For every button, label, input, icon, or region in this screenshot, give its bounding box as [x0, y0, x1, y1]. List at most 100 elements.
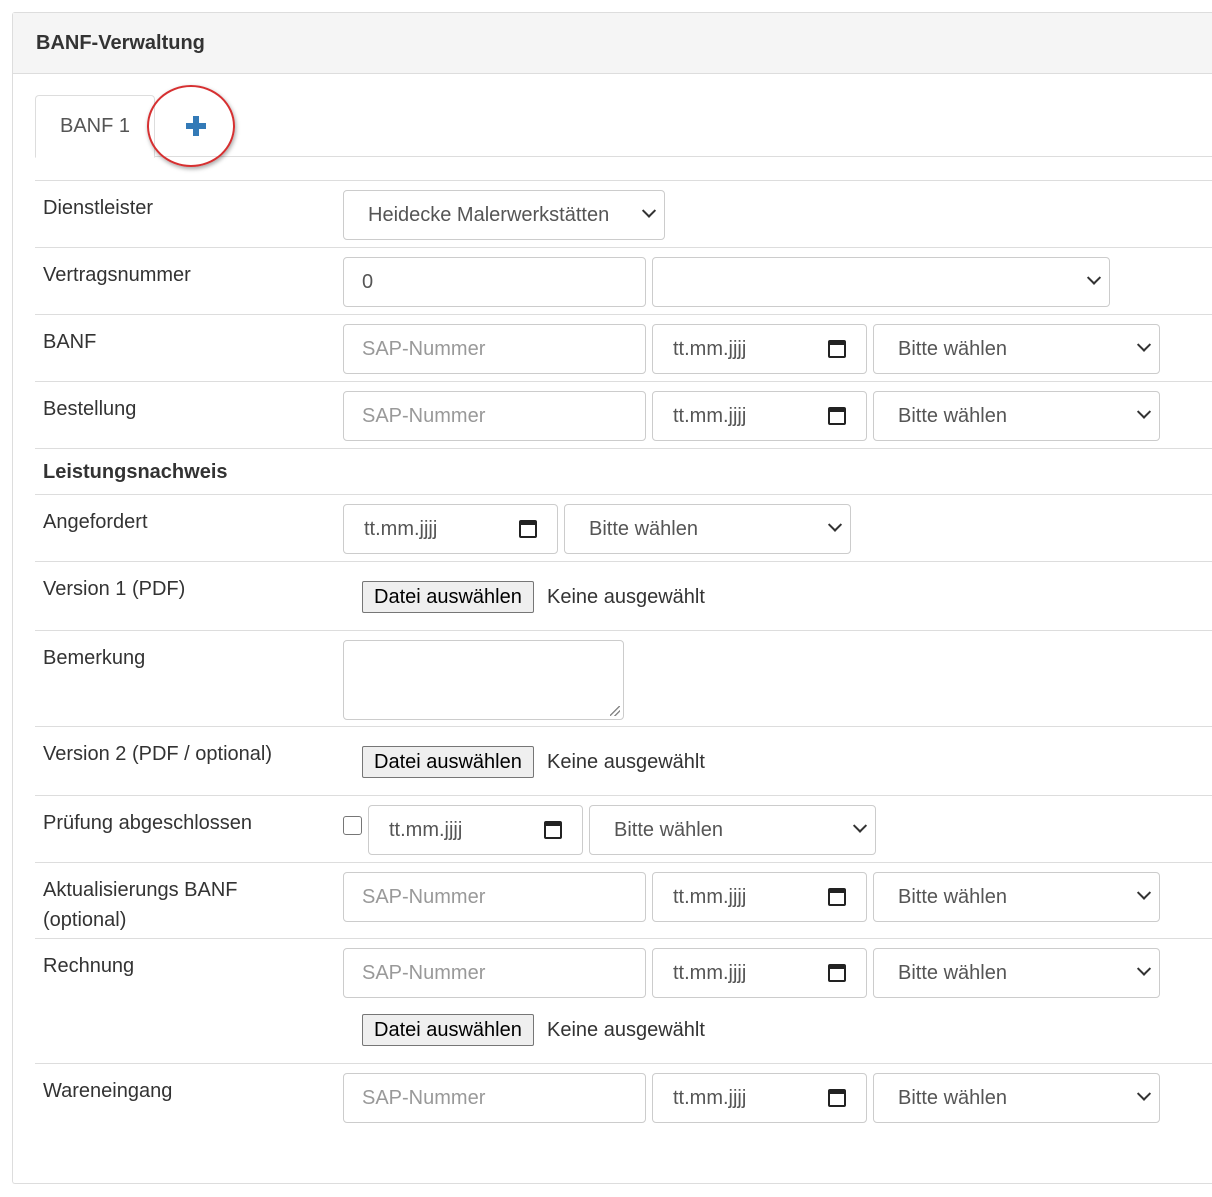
wareneingang-sap-input[interactable]: SAP-Nummer	[343, 1073, 646, 1123]
calendar-icon[interactable]	[828, 888, 846, 906]
date-placeholder: tt.mm.jjjj	[364, 517, 438, 540]
version2-file-button[interactable]: Datei auswählen	[362, 746, 534, 778]
row-version2: Version 2 (PDF / optional) Datei auswähl…	[35, 726, 1212, 795]
angefordert-date-input[interactable]: tt.mm.jjjj	[343, 504, 558, 554]
label-angefordert: Angefordert	[43, 511, 148, 533]
wareneingang-date-input[interactable]: tt.mm.jjjj	[652, 1073, 867, 1123]
calendar-icon[interactable]	[544, 821, 562, 839]
tab-banf-1[interactable]: BANF 1	[35, 95, 155, 158]
select-placeholder: Bitte wählen	[589, 517, 698, 540]
chevron-down-icon	[1136, 885, 1152, 900]
date-placeholder: tt.mm.jjjj	[673, 404, 747, 427]
rechnung-status-select[interactable]: Bitte wählen	[873, 948, 1160, 998]
bestellung-date-input[interactable]: tt.mm.jjjj	[652, 391, 867, 441]
version1-file-status: Keine ausgewählt	[547, 586, 705, 608]
label-rechnung: Rechnung	[43, 955, 135, 977]
row-aktualisierung: Aktualisierungs BANF (optional) SAP-Numm…	[35, 862, 1212, 938]
select-placeholder: Bitte wählen	[898, 337, 1007, 360]
file-button-label: Datei auswählen	[374, 750, 522, 773]
pruefung-checkbox[interactable]	[343, 816, 362, 835]
label-bemerkung: Bemerkung	[43, 647, 146, 669]
chevron-down-icon	[1136, 404, 1152, 419]
row-angefordert: Angefordert tt.mm.jjjj Bitte wählen	[35, 494, 1212, 561]
select-placeholder: Bitte wählen	[898, 885, 1007, 908]
label-vertragsnummer: Vertragsnummer	[43, 264, 191, 286]
aktualisierung-date-input[interactable]: tt.mm.jjjj	[652, 872, 867, 922]
chevron-down-icon	[827, 517, 843, 532]
sap-placeholder: SAP-Nummer	[362, 337, 486, 360]
calendar-icon[interactable]	[519, 520, 537, 538]
section-leistungsnachweis: Leistungsnachweis	[43, 461, 228, 483]
rechnung-file-button[interactable]: Datei auswählen	[362, 1014, 534, 1046]
wareneingang-status-select[interactable]: Bitte wählen	[873, 1073, 1160, 1123]
bestellung-status-select[interactable]: Bitte wählen	[873, 391, 1160, 441]
calendar-icon[interactable]	[828, 964, 846, 982]
highlight-annotation	[147, 85, 235, 167]
label-pruefung: Prüfung abgeschlossen	[43, 812, 253, 834]
chevron-down-icon	[852, 818, 868, 833]
tab-banf-1-label: BANF 1	[59, 115, 131, 137]
row-rechnung: Rechnung SAP-Nummer tt.mm.jjjj Bitte wäh…	[35, 938, 1212, 1063]
chevron-down-icon	[1136, 961, 1152, 976]
row-pruefung: Prüfung abgeschlossen tt.mm.jjjj Bitte w…	[35, 795, 1212, 862]
banf-sap-input[interactable]: SAP-Nummer	[343, 324, 646, 374]
tab-bar: BANF 1	[35, 85, 1212, 167]
row-bemerkung: Bemerkung	[35, 630, 1212, 726]
banf-date-input[interactable]: tt.mm.jjjj	[652, 324, 867, 374]
vertragsnummer-value: 0	[362, 270, 374, 293]
panel-title: BANF-Verwaltung	[36, 31, 205, 54]
label-aktualisierung: Aktualisierungs BANF (optional)	[43, 875, 238, 935]
dienstleister-select[interactable]: Heidecke Malerwerkstätten	[343, 190, 665, 240]
label-version2: Version 2 (PDF / optional)	[43, 743, 272, 765]
row-wareneingang: Wareneingang SAP-Nummer tt.mm.jjjj Bitte…	[35, 1063, 1212, 1130]
aktualisierung-status-select[interactable]: Bitte wählen	[873, 872, 1160, 922]
date-placeholder: tt.mm.jjjj	[389, 818, 463, 841]
pruefung-status-select[interactable]: Bitte wählen	[589, 805, 876, 855]
select-placeholder: Bitte wählen	[898, 1086, 1007, 1109]
file-button-label: Datei auswählen	[374, 1018, 522, 1041]
rechnung-file-status: Keine ausgewählt	[547, 1019, 705, 1041]
chevron-down-icon	[1136, 1086, 1152, 1101]
label-banf: BANF	[43, 331, 97, 353]
dienstleister-value: Heidecke Malerwerkstätten	[368, 203, 610, 226]
calendar-icon[interactable]	[828, 407, 846, 425]
sap-placeholder: SAP-Nummer	[362, 961, 486, 984]
date-placeholder: tt.mm.jjjj	[673, 337, 747, 360]
banf-status-select[interactable]: Bitte wählen	[873, 324, 1160, 374]
select-placeholder: Bitte wählen	[898, 961, 1007, 984]
date-placeholder: tt.mm.jjjj	[673, 1086, 747, 1109]
sap-placeholder: SAP-Nummer	[362, 885, 486, 908]
sap-placeholder: SAP-Nummer	[362, 1086, 486, 1109]
pruefung-date-input[interactable]: tt.mm.jjjj	[368, 805, 583, 855]
date-placeholder: tt.mm.jjjj	[673, 961, 747, 984]
chevron-down-icon	[641, 203, 657, 218]
version1-file-button[interactable]: Datei auswählen	[362, 581, 534, 613]
rechnung-sap-input[interactable]: SAP-Nummer	[343, 948, 646, 998]
version2-file-status: Keine ausgewählt	[547, 751, 705, 773]
vertragsnummer-select[interactable]	[652, 257, 1110, 307]
select-placeholder: Bitte wählen	[898, 404, 1007, 427]
label-bestellung: Bestellung	[43, 398, 137, 420]
resize-handle-icon[interactable]	[610, 706, 620, 716]
vertragsnummer-input[interactable]: 0	[343, 257, 646, 307]
calendar-icon[interactable]	[828, 340, 846, 358]
row-banf: BANF SAP-Nummer tt.mm.jjjj Bitte wählen	[35, 314, 1212, 381]
angefordert-status-select[interactable]: Bitte wählen	[564, 504, 851, 554]
calendar-icon[interactable]	[828, 1089, 846, 1107]
aktualisierung-sap-input[interactable]: SAP-Nummer	[343, 872, 646, 922]
label-aktualisierung-line2: (optional)	[43, 909, 127, 931]
panel-heading: BANF-Verwaltung	[13, 13, 1212, 74]
label-version1: Version 1 (PDF)	[43, 578, 186, 600]
rechnung-date-input[interactable]: tt.mm.jjjj	[652, 948, 867, 998]
bestellung-sap-input[interactable]: SAP-Nummer	[343, 391, 646, 441]
file-button-label: Datei auswählen	[374, 585, 522, 608]
chevron-down-icon	[1086, 270, 1102, 285]
bemerkung-textarea[interactable]	[343, 640, 624, 720]
label-wareneingang: Wareneingang	[43, 1080, 173, 1102]
chevron-down-icon	[1136, 337, 1152, 352]
sap-placeholder: SAP-Nummer	[362, 404, 486, 427]
label-dienstleister: Dienstleister	[43, 197, 154, 219]
label-aktualisierung-line1: Aktualisierungs BANF	[43, 879, 238, 901]
row-vertragsnummer: Vertragsnummer 0	[35, 247, 1212, 314]
row-leistungsnachweis: Leistungsnachweis	[35, 448, 1212, 494]
